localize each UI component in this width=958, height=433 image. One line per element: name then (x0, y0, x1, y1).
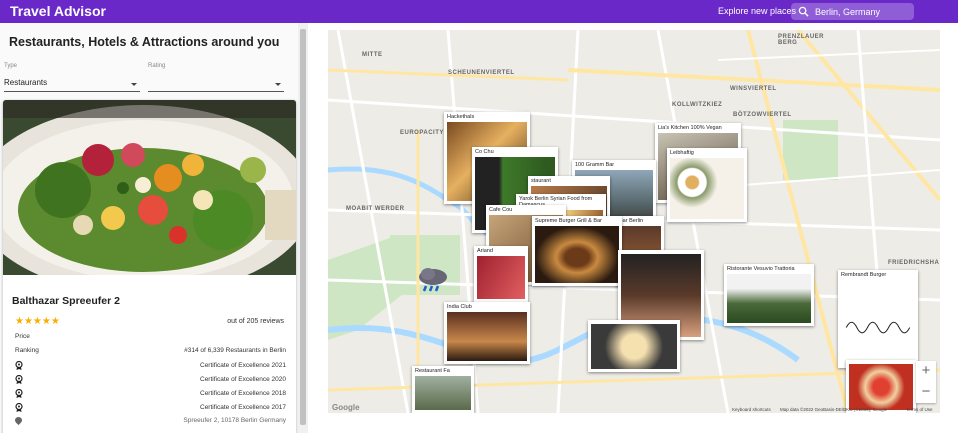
map-place-marker[interactable] (588, 320, 680, 372)
panel-heading: Restaurants, Hotels & Attractions around… (9, 35, 280, 49)
marker-photo (415, 376, 471, 410)
award-text: Certificate of Excellence 2021 (200, 362, 286, 369)
district-label: WINSVIERTEL (730, 86, 777, 92)
chevron-down-icon (131, 83, 137, 86)
marker-photo (727, 274, 811, 323)
district-label: FRIEDRICHSHA (888, 260, 940, 266)
marker-label: Restaurant Fa (415, 368, 450, 374)
rating-select[interactable] (148, 78, 284, 92)
keyboard-shortcuts-link[interactable]: Keyboard shortcuts (732, 407, 771, 412)
marker-label: Ristorante Vesuvio Trattoria (727, 266, 795, 272)
place-address: Spreeufer 2, 10178 Berlin Germany (183, 417, 286, 424)
ranking-label: Ranking (15, 347, 39, 354)
map-place-marker[interactable]: Restaurant Fa (412, 366, 474, 413)
places-panel: Restaurants, Hotels & Attractions around… (0, 23, 308, 433)
weather-icon (416, 266, 450, 294)
award-row: Certificate of Excellence 2017 (15, 403, 286, 413)
map-attribution: Map data ©2022 GeoBasis-DE/BKG (©2009), … (780, 407, 888, 412)
ranking-value: #314 of 6,339 Restaurants in Berlin (184, 347, 286, 354)
district-label: MOABIT WERDER (346, 206, 405, 212)
marker-label: Lia's Kitchen 100% Vegan (658, 125, 722, 131)
panel-scrollbar[interactable] (298, 23, 308, 433)
award-icon (15, 361, 23, 370)
marker-label: Co Chu (475, 149, 494, 155)
marker-label: Supreme Burger Grill & Bar (535, 218, 602, 224)
type-label: Type (4, 63, 18, 69)
map-place-marker[interactable]: Ariand (474, 246, 528, 302)
marker-label: 100 Gramm Bar (575, 162, 615, 168)
explore-label: Explore new places (718, 6, 797, 16)
marker-photo (477, 256, 525, 299)
district-label: PRENZLAUER BERG (778, 34, 825, 46)
rating-stars: ★★★★★ (15, 316, 60, 327)
map-place-marker[interactable]: Supreme Burger Grill & Bar (532, 216, 622, 286)
location-pin-icon (15, 417, 22, 425)
district-label: EUROPACITY (400, 130, 444, 136)
award-icon (15, 375, 23, 384)
district-label: BÖTZOWVIERTEL (733, 112, 792, 118)
price-label: Price (15, 333, 30, 340)
map-place-marker[interactable]: Leibhaftig (667, 148, 747, 222)
map[interactable]: MITTE SCHEUNENVIERTEL EUROPACITY MOABIT … (328, 30, 940, 413)
review-count: out of 205 reviews (227, 318, 284, 325)
district-label: KOLLWITZKIEZ (672, 102, 723, 108)
search-input[interactable] (815, 5, 910, 18)
marker-label: Cafe Cou (489, 207, 513, 213)
place-card[interactable]: Balthazar Spreeufer 2 ★★★★★ out of 205 r… (3, 100, 296, 433)
zoom-control: + − (916, 361, 936, 403)
marker-label: Leibhaftig (670, 150, 694, 156)
marker-label: Hackethals (447, 114, 475, 120)
district-label: SCHEUNENVIERTEL (448, 70, 515, 76)
award-text: Certificate of Excellence 2018 (200, 390, 286, 397)
award-icon (15, 389, 23, 398)
search-box[interactable] (791, 3, 914, 20)
district-label: MITTE (362, 52, 383, 58)
marker-photo (591, 324, 677, 369)
marker-photo (535, 226, 619, 283)
app-bar: Travel Advisor Explore new places (0, 0, 958, 23)
zoom-out-button[interactable]: − (916, 382, 936, 402)
search-icon (798, 6, 809, 17)
marker-photo (670, 158, 744, 219)
award-row: Certificate of Excellence 2018 (15, 389, 286, 399)
marker-label: India Club (447, 304, 472, 310)
app-title: Travel Advisor (10, 3, 106, 19)
price-row: Price (15, 333, 286, 340)
zoom-in-button[interactable]: + (916, 361, 936, 381)
ranking-row: Ranking #314 of 6,339 Restaurants in Ber… (15, 347, 286, 354)
award-row: Certificate of Excellence 2021 (15, 361, 286, 371)
google-logo: Google (332, 403, 360, 412)
marker-label: Rembrandt Burger (841, 272, 887, 278)
award-icon (15, 403, 23, 412)
marker-photo (849, 364, 913, 410)
award-text: Certificate of Excellence 2020 (200, 376, 286, 383)
map-place-marker[interactable]: Ristorante Vesuvio Trattoria (724, 264, 814, 326)
scrollbar-thumb[interactable] (300, 29, 306, 425)
map-place-marker[interactable]: Rembrandt Burger (838, 270, 918, 368)
map-place-marker[interactable] (846, 360, 916, 413)
marker-label: Ariand (477, 248, 493, 254)
award-row: Certificate of Excellence 2020 (15, 375, 286, 385)
marker-label: Bar Berlin (619, 218, 644, 224)
rating-label: Rating (148, 63, 166, 69)
marker-photo (447, 312, 527, 361)
award-text: Certificate of Excellence 2017 (200, 404, 286, 411)
type-select-value: Restaurants (4, 78, 48, 87)
place-photo (3, 100, 296, 275)
chevron-down-icon (275, 83, 281, 86)
marker-photo (841, 280, 915, 365)
marker-label: staurant (531, 178, 551, 184)
place-name: Balthazar Spreeufer 2 (12, 295, 120, 307)
type-select[interactable]: Restaurants (4, 78, 140, 92)
map-place-marker[interactable]: India Club (444, 302, 530, 364)
terms-link[interactable]: Terms of Use (906, 407, 933, 412)
